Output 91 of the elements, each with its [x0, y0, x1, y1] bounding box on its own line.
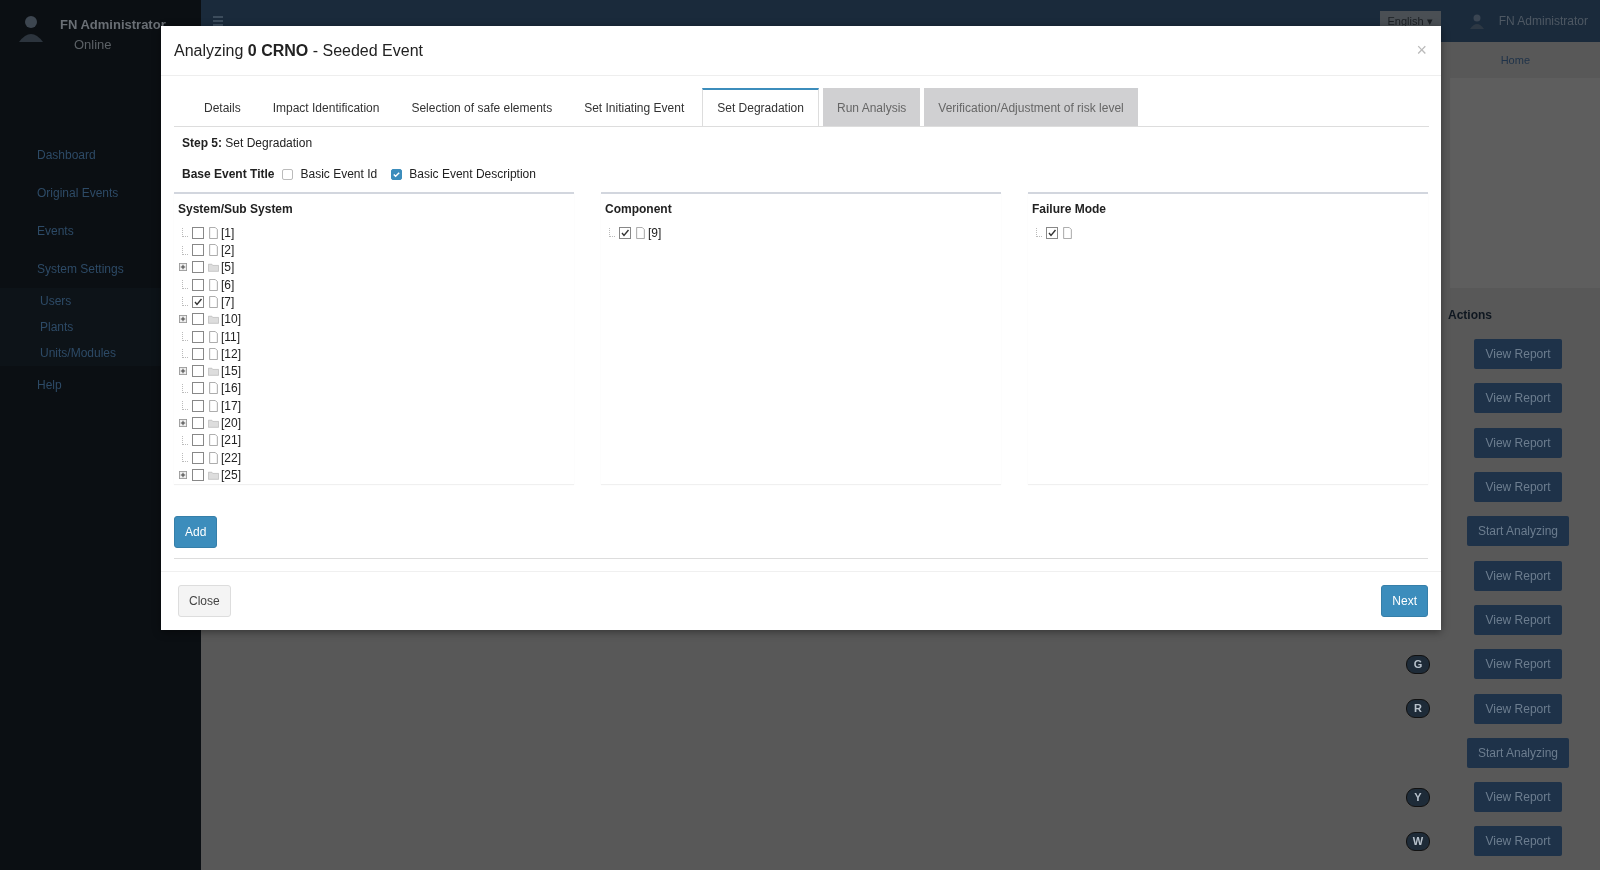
- user-avatar-icon: [16, 14, 46, 44]
- status-badge: W: [1406, 831, 1430, 851]
- tree-checkbox[interactable]: [192, 226, 204, 239]
- status-badge: Y: [1406, 787, 1430, 807]
- file-icon: [635, 226, 646, 239]
- file-icon: [208, 451, 219, 464]
- file-icon: [208, 382, 219, 395]
- tree-item-label[interactable]: [21]: [221, 433, 241, 448]
- file-icon: [208, 295, 219, 308]
- tree-checkbox[interactable]: [1046, 226, 1058, 239]
- action-button[interactable]: View Report: [1474, 649, 1562, 680]
- expand-icon[interactable]: [179, 470, 187, 479]
- tree-checkbox[interactable]: [619, 226, 631, 239]
- expand-icon[interactable]: [179, 419, 187, 427]
- expand-icon[interactable]: [179, 315, 187, 324]
- option-label: Base Event Title: [182, 167, 275, 182]
- file-icon: [208, 244, 219, 257]
- tree-item-label[interactable]: [17]: [221, 398, 241, 413]
- action-button[interactable]: View Report: [1474, 604, 1562, 635]
- tree-checkbox[interactable]: [192, 261, 204, 274]
- folder-icon: [208, 261, 219, 274]
- status-badge: G: [1406, 654, 1430, 674]
- file-icon: [208, 347, 219, 360]
- tree-item-label[interactable]: [6]: [221, 277, 235, 292]
- tree-item-label[interactable]: [25]: [221, 467, 241, 482]
- file-icon: [208, 434, 219, 447]
- status-badge: R: [1406, 699, 1430, 718]
- tree-item-label[interactable]: [22]: [221, 450, 241, 465]
- tree-checkbox[interactable]: [192, 295, 204, 308]
- next-button[interactable]: Next: [1381, 585, 1428, 618]
- panel-title: System/Sub System: [178, 202, 294, 217]
- tree-checkbox[interactable]: [192, 365, 204, 378]
- file-icon: [1062, 226, 1073, 239]
- user-status: Online: [73, 37, 113, 52]
- user-icon: [1468, 13, 1485, 29]
- tree-checkbox[interactable]: [192, 451, 204, 464]
- menu-icon[interactable]: [213, 16, 223, 26]
- tree-item-label[interactable]: [11]: [221, 329, 241, 344]
- action-button[interactable]: View Report: [1474, 782, 1562, 813]
- user-name: FN Administrator: [60, 17, 166, 32]
- folder-icon: [208, 365, 219, 378]
- tree-checkbox[interactable]: [192, 417, 204, 429]
- checkbox[interactable]: [282, 168, 294, 180]
- expand-icon[interactable]: [179, 263, 187, 272]
- tree-item-label[interactable]: [16]: [221, 381, 241, 396]
- action-button[interactable]: View Report: [1474, 693, 1562, 724]
- tree-item-label[interactable]: [20]: [221, 416, 241, 430]
- action-button[interactable]: Start Analyzing: [1466, 737, 1569, 768]
- tree-checkbox[interactable]: [192, 399, 204, 412]
- tree-item-label[interactable]: [15]: [221, 364, 241, 379]
- tree-item-label[interactable]: [2]: [221, 243, 235, 258]
- action-button[interactable]: View Report: [1474, 560, 1562, 591]
- add-button[interactable]: Add: [174, 516, 218, 549]
- tree-item-label[interactable]: [7]: [221, 294, 235, 309]
- action-button[interactable]: View Report: [1474, 472, 1562, 503]
- file-icon: [208, 330, 219, 343]
- tree-checkbox[interactable]: [192, 278, 204, 291]
- tree-item-label[interactable]: [12]: [221, 346, 241, 361]
- tree-checkbox[interactable]: [192, 434, 204, 447]
- file-icon: [208, 226, 219, 239]
- folder-icon: [208, 313, 219, 326]
- expand-icon[interactable]: [179, 367, 187, 376]
- checkbox[interactable]: [391, 168, 403, 180]
- step-label: Step 5: Set Degradation: [181, 135, 314, 153]
- tree-checkbox[interactable]: [192, 382, 204, 395]
- action-button[interactable]: View Report: [1474, 826, 1562, 857]
- checkbox-label: Basic Event Id: [300, 167, 378, 182]
- tab[interactable]: Set Degradation: [702, 88, 819, 127]
- tree-checkbox[interactable]: [192, 244, 204, 257]
- action-button[interactable]: View Report: [1474, 427, 1562, 458]
- modal-title: Analyzing 0 CRNO - Seeded Event: [174, 41, 424, 60]
- checkbox-label: Basic Event Description: [409, 167, 536, 182]
- tree-item-label[interactable]: [10]: [221, 312, 241, 327]
- tree-item-label[interactable]: [9]: [648, 225, 662, 240]
- tree-checkbox[interactable]: [192, 468, 204, 481]
- panel-title: Component: [605, 202, 673, 217]
- close-button[interactable]: Close: [178, 585, 231, 618]
- action-button[interactable]: View Report: [1474, 383, 1562, 414]
- folder-icon: [208, 417, 219, 429]
- tree-checkbox[interactable]: [192, 330, 204, 343]
- file-icon: [208, 278, 219, 291]
- panel-title: Failure Mode: [1032, 202, 1107, 217]
- file-icon: [208, 399, 219, 412]
- column-header: Actions: [1448, 308, 1492, 324]
- tree-checkbox[interactable]: [192, 347, 204, 360]
- action-button[interactable]: Start Analyzing: [1466, 516, 1569, 547]
- tree-item-label[interactable]: [1]: [221, 225, 235, 240]
- tree-checkbox[interactable]: [192, 313, 204, 326]
- breadcrumb-home[interactable]: Home: [1500, 54, 1530, 66]
- tree-item-label[interactable]: [5]: [221, 260, 235, 275]
- action-button[interactable]: View Report: [1474, 339, 1562, 370]
